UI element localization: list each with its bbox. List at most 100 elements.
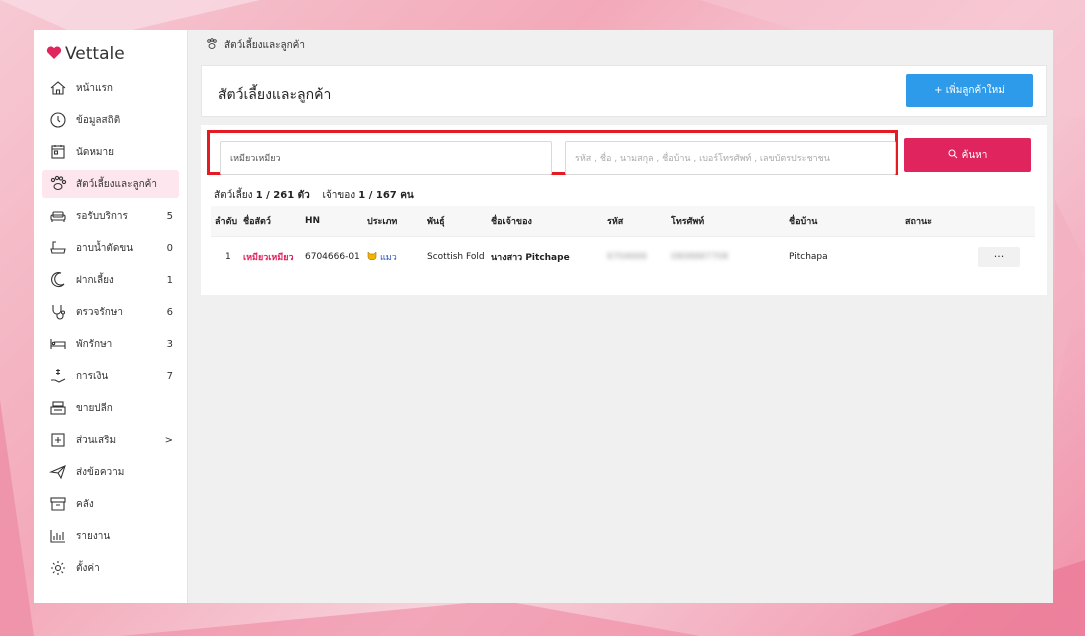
header-pet-name: ชื่อสัตว์ xyxy=(243,217,271,227)
pet-name-link[interactable]: เหมียวเหมียว xyxy=(243,250,294,264)
sidebar-item-5[interactable]: อาบน้ำตัดขน 0 xyxy=(42,234,179,262)
bed-icon xyxy=(48,334,68,354)
main-content: สัตว์เลี้ยงและลูกค้า สัตว์เลี้ยงและลูกค้… xyxy=(188,30,1053,603)
pets-table: ลำดับ ชื่อสัตว์ HN ประเภท พันธุ์ ชื่อเจ้… xyxy=(211,206,1035,276)
row-index: 1 xyxy=(225,251,231,262)
sidebar-item-label: รายงาน xyxy=(76,530,111,542)
paw-icon xyxy=(48,174,68,194)
table-row[interactable]: 1 เหมียวเหมียว 6704666-01 แมว Scottish F… xyxy=(211,236,1035,276)
stethoscope-icon xyxy=(48,302,68,322)
sidebar-item-label: อาบน้ำตัดขน xyxy=(76,242,134,254)
sidebar-item-label: การเงิน xyxy=(76,370,109,382)
row-more-button[interactable]: ··· xyxy=(978,246,1020,267)
row-breed: Scottish Fold xyxy=(427,251,485,262)
header-owner: ชื่อเจ้าของ xyxy=(491,217,532,227)
add-customer-button[interactable]: + เพิ่มลูกค้าใหม่ xyxy=(906,74,1033,107)
sidebar-item-15[interactable]: ตั้งค่า xyxy=(42,554,179,582)
sidebar-item-label: สัตว์เลี้ยงและลูกค้า xyxy=(76,178,157,190)
home-icon xyxy=(48,78,68,98)
sidebar-item-8[interactable]: พักรักษา 3 xyxy=(42,330,179,358)
cat-icon xyxy=(367,250,377,263)
header-type: ประเภท xyxy=(367,217,398,227)
sidebar-item-14[interactable]: รายงาน xyxy=(42,522,179,550)
calendar-icon xyxy=(48,142,68,162)
sofa-icon xyxy=(48,206,68,226)
brand-logo[interactable]: Vettale xyxy=(34,42,187,66)
sidebar-item-7[interactable]: ตรวจรักษา 6 xyxy=(42,298,179,326)
sidebar-item-10[interactable]: ขายปลีก xyxy=(42,394,179,422)
sidebar-item-count: 6 xyxy=(166,306,173,318)
sidebar-item-label: พักรักษา xyxy=(76,338,113,350)
send-icon xyxy=(48,462,68,482)
pet-name-search-input[interactable]: เหมียวเหมียว xyxy=(220,141,552,175)
plus-box-icon xyxy=(48,430,68,450)
header-code: รหัส xyxy=(607,217,624,227)
chart-icon xyxy=(48,526,68,546)
row-type: แมว xyxy=(367,250,397,264)
owner-query-search-input[interactable]: รหัส , ชื่อ , นามสกุล , ชื่อบ้าน , เบอร์… xyxy=(565,141,896,175)
header-status: สถานะ xyxy=(905,217,932,227)
sidebar-item-6[interactable]: ฝากเลี้ยง 1 xyxy=(42,266,179,294)
sidebar-item-label: ขายปลีก xyxy=(76,402,113,414)
clock-icon xyxy=(48,110,68,130)
search-icon xyxy=(948,149,958,162)
search-fields-highlight: เหมียวเหมียว รหัส , ชื่อ , นามสกุล , ชื่… xyxy=(207,130,898,175)
sidebar-item-count: 5 xyxy=(166,210,173,222)
sidebar-item-label: รอรับบริการ xyxy=(76,210,128,222)
breadcrumb-label[interactable]: สัตว์เลี้ยงและลูกค้า xyxy=(224,38,305,53)
sidebar: Vettale หน้าแรกข้อมูลสถิตินัดหมายสัตว์เล… xyxy=(34,30,188,603)
row-code: 6704666 xyxy=(607,251,648,262)
header-breed: พันธุ์ xyxy=(427,217,445,227)
row-owner[interactable]: นางสาว Pitchape xyxy=(491,250,570,264)
archive-icon xyxy=(48,494,68,514)
sidebar-item-count: > xyxy=(164,434,173,446)
brand-name: Vettale xyxy=(65,44,125,64)
header-house-name: ชื่อบ้าน xyxy=(789,217,818,227)
sidebar-item-label: ข้อมูลสถิติ xyxy=(76,114,121,126)
sidebar-item-label: ตรวจรักษา xyxy=(76,306,123,318)
sidebar-item-count: 1 xyxy=(166,274,173,286)
header-hn: HN xyxy=(305,216,321,226)
sidebar-item-11[interactable]: ส่วนเสริม > xyxy=(42,426,179,454)
sidebar-item-label: คลัง xyxy=(76,498,94,510)
gear-icon xyxy=(48,558,68,578)
owners-count-value: 1 / 167 คน xyxy=(358,190,414,201)
sidebar-item-4[interactable]: รอรับบริการ 5 xyxy=(42,202,179,230)
sidebar-item-count: 7 xyxy=(166,370,173,382)
sidebar-item-1[interactable]: ข้อมูลสถิติ xyxy=(42,106,179,134)
sidebar-item-3[interactable]: สัตว์เลี้ยงและลูกค้า xyxy=(42,170,179,198)
app-window: Vettale หน้าแรก ข้อมูลสถิติ นัดหมาย สัตว์เล… xyxy=(34,30,1053,603)
row-phone: 0808887708 xyxy=(671,251,729,262)
bathtub-icon xyxy=(48,238,68,258)
sidebar-item-count: 0 xyxy=(166,242,173,254)
moon-icon xyxy=(48,270,68,290)
heart-logo-icon xyxy=(46,45,62,64)
pets-count-label: สัตว์เลี้ยง xyxy=(214,190,253,201)
row-type-label: แมว xyxy=(380,252,397,263)
money-hand-icon xyxy=(48,366,68,386)
sidebar-item-9[interactable]: การเงิน 7 xyxy=(42,362,179,390)
search-button-label: ค้นหา xyxy=(961,149,988,161)
row-house-name: Pitchapa xyxy=(789,251,828,262)
search-results-card: เหมียวเหมียว รหัส , ชื่อ , นามสกุล , ชื่… xyxy=(201,125,1047,295)
paw-icon xyxy=(206,38,218,53)
sidebar-item-0[interactable]: หน้าแรก xyxy=(42,74,179,102)
sidebar-item-13[interactable]: คลัง xyxy=(42,490,179,518)
search-button[interactable]: ค้นหา xyxy=(904,138,1031,172)
sidebar-item-label: ส่วนเสริม xyxy=(76,434,117,446)
sidebar-item-label: ส่งข้อความ xyxy=(76,466,125,478)
page-header: สัตว์เลี้ยงและลูกค้า + เพิ่มลูกค้าใหม่ xyxy=(201,65,1047,117)
table-header: ลำดับ ชื่อสัตว์ HN ประเภท พันธุ์ ชื่อเจ้… xyxy=(211,206,1035,236)
header-phone: โทรศัพท์ xyxy=(671,217,705,227)
sidebar-item-2[interactable]: นัดหมาย xyxy=(42,138,179,166)
sidebar-item-12[interactable]: ส่งข้อความ xyxy=(42,458,179,486)
breadcrumb: สัตว์เลี้ยงและลูกค้า xyxy=(206,38,305,53)
sidebar-item-count: 3 xyxy=(166,338,173,350)
pets-count-value: 1 / 261 ตัว xyxy=(255,190,310,201)
result-counts: สัตว์เลี้ยง 1 / 261 ตัว เจ้าของ 1 / 167 … xyxy=(214,188,414,203)
row-hn: 6704666-01 xyxy=(305,251,360,262)
page-title: สัตว์เลี้ยงและลูกค้า xyxy=(218,87,332,103)
cash-register-icon xyxy=(48,398,68,418)
header-index: ลำดับ xyxy=(215,217,238,227)
sidebar-item-label: ตั้งค่า xyxy=(76,562,100,574)
